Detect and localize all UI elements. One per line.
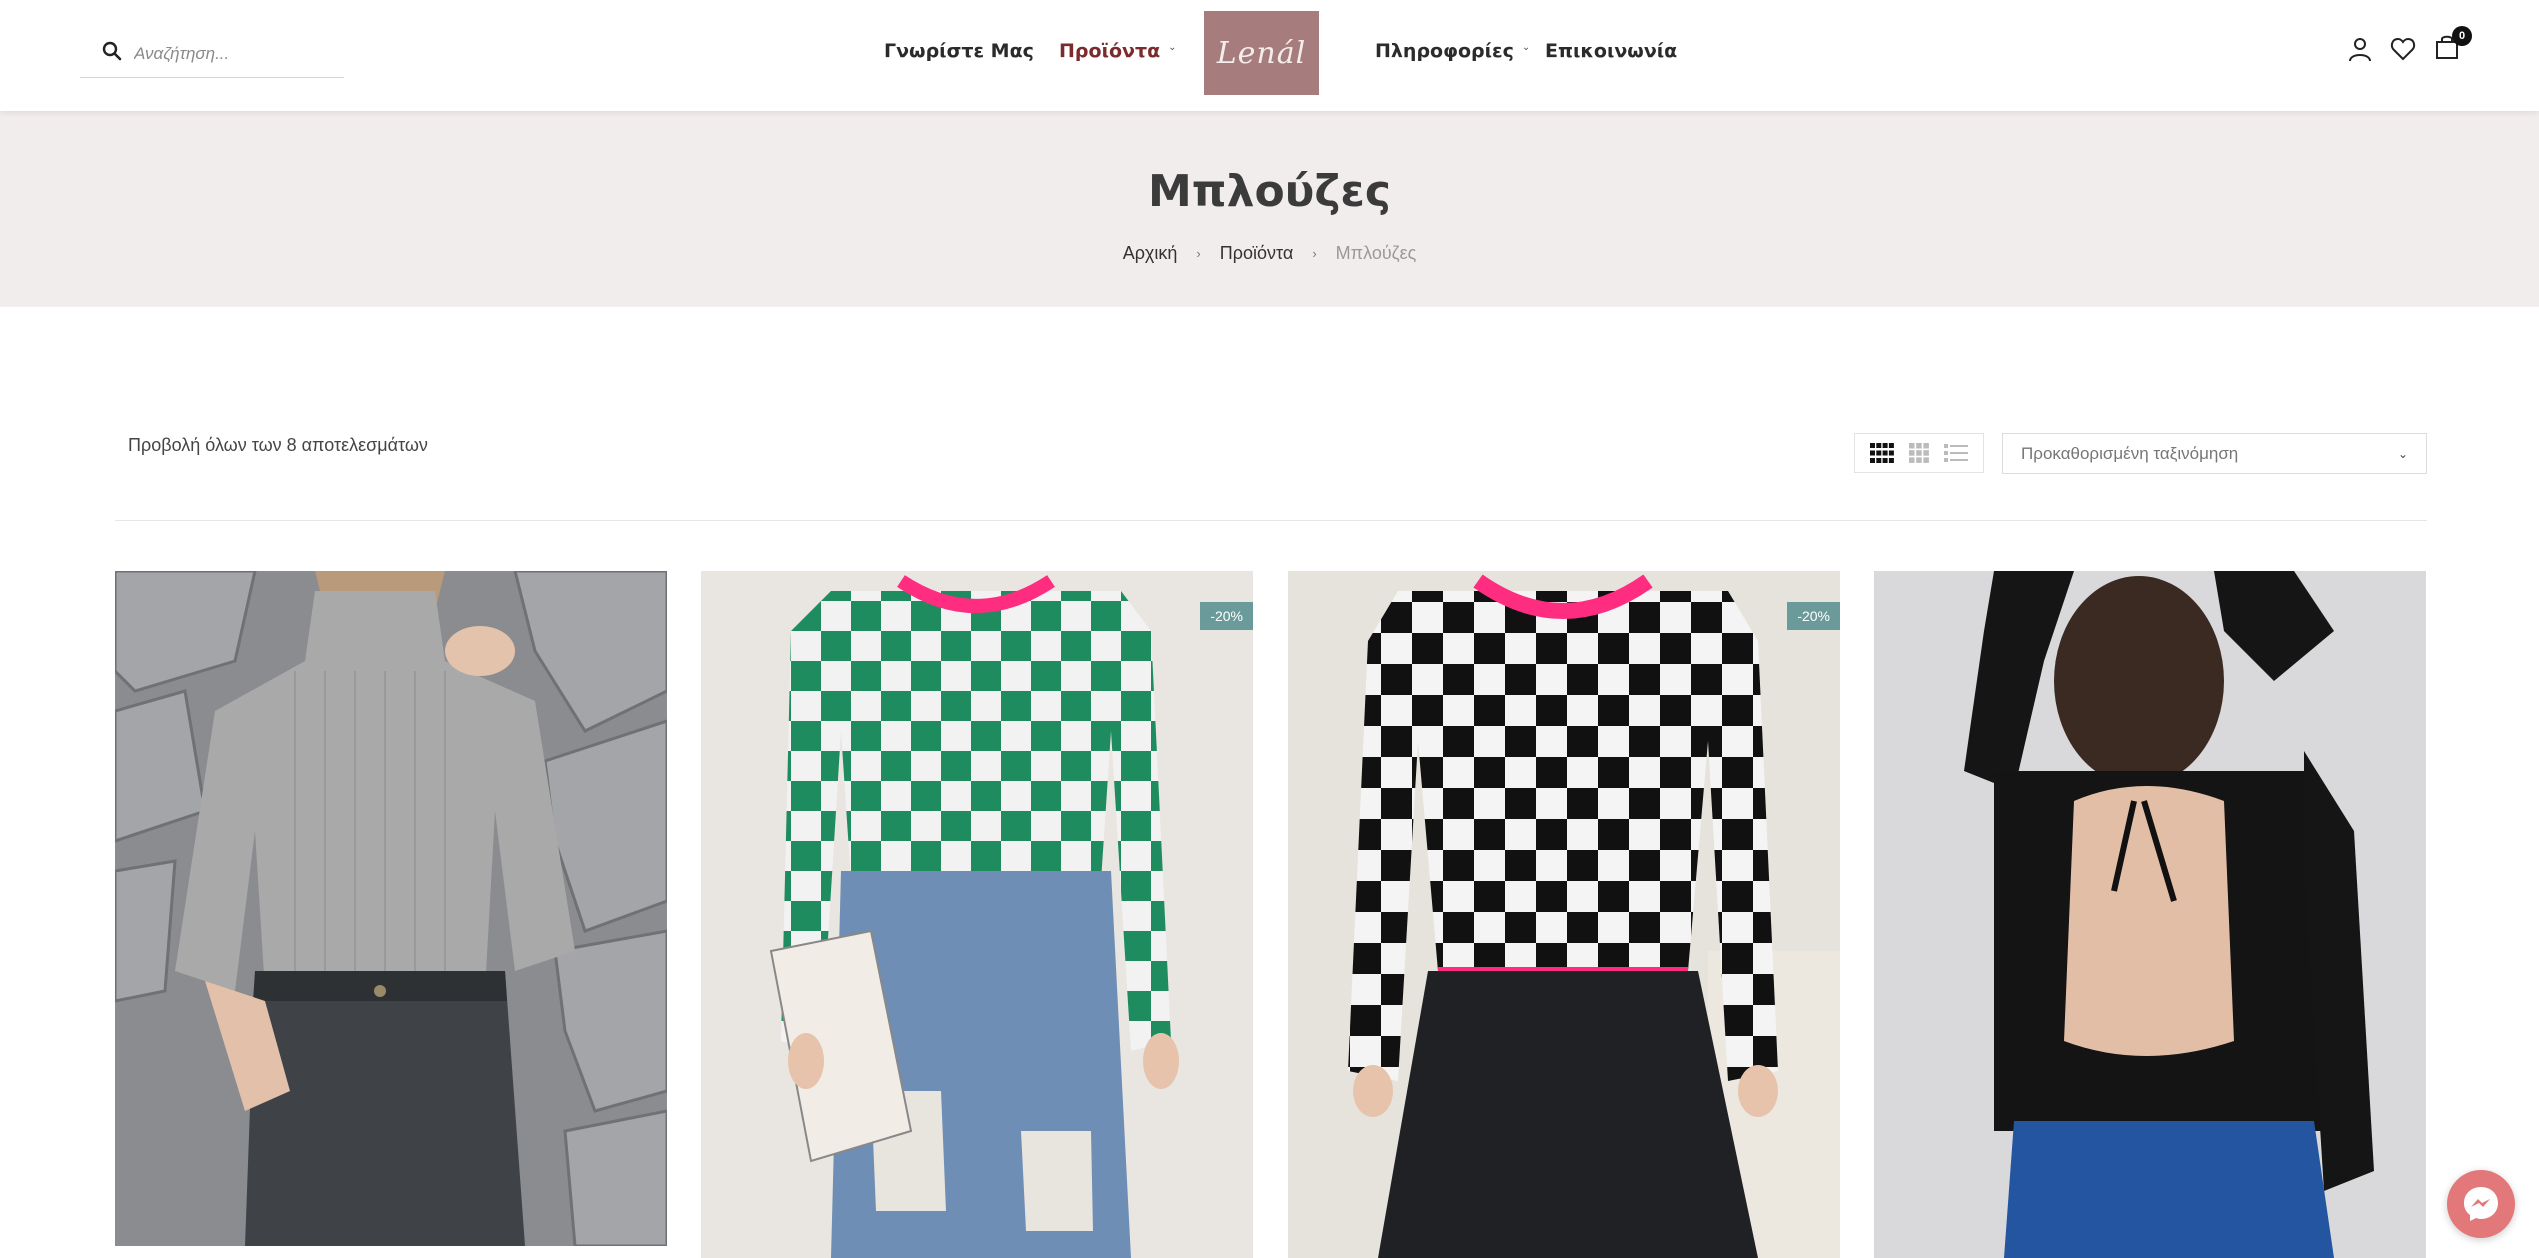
shopping-bag-icon[interactable]: 0 <box>2434 26 2472 62</box>
discount-badge: -20% <box>1787 602 1840 630</box>
messenger-icon <box>2464 1187 2498 1221</box>
product-image <box>701 571 1253 1258</box>
nav-label: Γνωρίστε Μας <box>884 40 1034 62</box>
grid-3-icon[interactable] <box>1905 441 1933 465</box>
product-image <box>1288 571 1840 1258</box>
brand-logo[interactable]: Lenál <box>1204 11 1319 95</box>
user-icon[interactable] <box>2347 36 2375 64</box>
breadcrumb-products[interactable]: Προϊόντα <box>1220 243 1294 264</box>
search-icon[interactable] <box>80 41 122 66</box>
nav-label: Πληροφορίες <box>1375 40 1514 62</box>
sort-select[interactable]: Προκαθορισμένη ταξινόμηση ⌄ <box>2002 433 2427 474</box>
nav-item-about[interactable]: Γνωρίστε Μας <box>884 40 1034 62</box>
logo-text: Lenál <box>1216 35 1307 71</box>
breadcrumb-home[interactable]: Αρχική <box>1123 243 1178 264</box>
page-title: Μπλούζες <box>1148 166 1391 217</box>
results-count: Προβολή όλων των 8 αποτελεσμάτων <box>128 435 428 455</box>
breadcrumb: Αρχική › Προϊόντα › Μπλούζες <box>0 242 2539 264</box>
site-header: Γνωρίστε Μας Προϊόντα ⌄ Πληροφορίες ⌄ Επ… <box>0 0 2539 111</box>
search-input[interactable] <box>134 33 334 74</box>
divider <box>115 520 2427 521</box>
product-card[interactable]: -20% <box>701 571 1253 1258</box>
search-bar <box>80 30 344 78</box>
product-image <box>1874 571 2426 1258</box>
cart-count-badge: 0 <box>2452 26 2472 46</box>
product-image <box>115 571 667 1246</box>
nav-label: Επικοινωνία <box>1545 40 1678 62</box>
view-mode-switcher <box>1854 433 1984 473</box>
product-card[interactable] <box>115 571 667 1246</box>
messenger-chat-button[interactable] <box>2447 1170 2515 1238</box>
page-title-band: Μπλούζες Αρχική › Προϊόντα › Μπλούζες <box>0 111 2539 307</box>
nav-label: Προϊόντα <box>1059 40 1161 62</box>
nav-item-contact[interactable]: Επικοινωνία <box>1545 40 1677 62</box>
nav-item-info[interactable]: Πληροφορίες ⌄ <box>1375 40 1530 62</box>
chevron-down-icon: ⌄ <box>1168 42 1177 53</box>
product-card[interactable] <box>1874 571 2426 1258</box>
sort-selected-label: Προκαθορισμένη ταξινόμηση <box>2021 443 2239 463</box>
nav-item-products[interactable]: Προϊόντα ⌄ <box>1059 40 1177 62</box>
breadcrumb-current: Μπλούζες <box>1335 242 1417 263</box>
chevron-down-icon: ⌄ <box>2397 446 2408 461</box>
chevron-right-icon: › <box>1196 245 1201 261</box>
chevron-down-icon: ⌄ <box>1521 42 1531 53</box>
grid-4-icon[interactable] <box>1868 441 1896 465</box>
discount-badge: -20% <box>1200 602 1253 630</box>
chevron-right-icon: › <box>1312 245 1317 261</box>
list-icon[interactable] <box>1942 441 1970 465</box>
heart-icon[interactable] <box>2390 36 2418 64</box>
product-card[interactable]: -20% <box>1288 571 1840 1258</box>
